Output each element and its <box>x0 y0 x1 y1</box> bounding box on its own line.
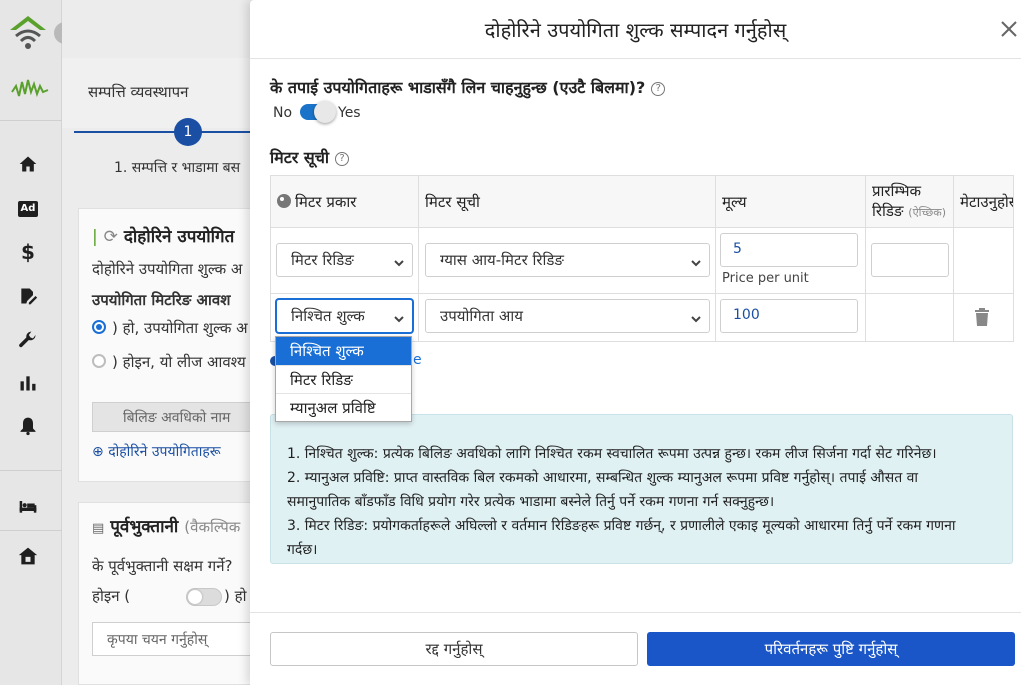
refresh-icon: ⟳ <box>103 227 118 247</box>
palette-icon <box>277 193 291 208</box>
wrench-icon[interactable] <box>16 328 40 352</box>
recurring-utility-card <box>78 208 262 482</box>
table-cell: 100 <box>715 293 866 342</box>
info-line: 2. म्यानुअल प्रविष्टि: प्राप्त वास्तविक … <box>287 470 919 486</box>
meter-list-heading: मिटर सूची? <box>270 146 350 168</box>
home-icon[interactable] <box>16 152 40 176</box>
dollar-icon[interactable]: $ <box>16 240 40 264</box>
radio-no-label: ) होइन, यो लीज आवश्य <box>112 353 246 371</box>
header-initial-reading: प्रारम्भिक रिडिङ (ऐच्छिक) <box>865 175 954 228</box>
add-recurring-utility-link[interactable]: ⊕ दोहोरिने उपयोगिताहरू <box>92 442 221 461</box>
table-cell: निश्चित शुल्क <box>270 293 419 342</box>
radio-yes-label: ) हो, उपयोगिता शुल्क अ <box>112 319 248 337</box>
cancel-button[interactable]: रद्द गर्नुहोस् <box>270 632 638 666</box>
header-price: मूल्य <box>715 175 866 228</box>
footer-divider <box>250 612 1021 613</box>
table-row: निश्चित शुल्क उपयोगिता आय 100 <box>270 293 1014 342</box>
logo-icon[interactable] <box>8 14 48 54</box>
combine-with-rent-question: के तपाई उपयोगिताहरू भाडासँगै लिन चाहनुहु… <box>270 76 666 98</box>
prepayment-question: के पूर्वभुक्तानी सक्षम गर्ने? <box>92 557 233 575</box>
meter-list-select[interactable]: ग्यास आय-मिटर रिडिङ <box>425 243 710 277</box>
title-divider <box>250 58 1021 59</box>
prepayment-toggle-no-label: होइन ( <box>92 587 131 605</box>
sidebar: › Ad $ <box>0 0 76 685</box>
prepayment-toggle[interactable] <box>186 588 222 606</box>
toggle-no-label: No <box>273 105 293 121</box>
billing-period-button[interactable]: बिलिङ अवधिको नाम <box>92 402 262 432</box>
sidebar-divider <box>0 530 62 531</box>
chevron-down-icon <box>394 254 404 267</box>
plus-circle-icon: ⊕ <box>92 444 104 460</box>
sidebar-divider <box>0 470 62 471</box>
table-cell: उपयोगिता आय <box>418 293 716 342</box>
step-indicator[interactable]: 1 <box>174 118 202 146</box>
prepayment-select[interactable]: कृपया चयन गर्नुहोस् <box>92 622 262 656</box>
meter-type-select[interactable]: मिटर रिडिङ <box>276 243 413 277</box>
table-cell: ग्यास आय-मिटर रिडिङ <box>418 227 716 294</box>
stepper-line <box>74 131 262 133</box>
meter-table: मिटर प्रकार मिटर सूची मूल्य प्रारम्भिक र… <box>270 175 1014 342</box>
dropdown-option-manual-entry[interactable]: म्यानुअल प्रविष्टि <box>276 393 411 421</box>
bell-icon[interactable] <box>16 414 40 438</box>
header-meter-type: मिटर प्रकार <box>270 175 419 228</box>
recurring-utility-card-title: | ⟳ दोहोरिने उपयोगित <box>92 227 235 247</box>
toggle-yes-label: Yes <box>338 105 361 121</box>
prepayment-toggle-yes-label: ) हो <box>224 587 247 605</box>
brand-mark-icon <box>11 79 49 98</box>
document-icon: ▤ <box>92 521 105 536</box>
edit-recurring-utility-modal: दोहोरिने उपयोगिता शुल्क सम्पादन गर्नुहोस… <box>250 0 1021 685</box>
card-subheading: उपयोगिता मिटरिङ आवश <box>92 291 231 309</box>
ad-icon[interactable]: Ad <box>16 197 40 221</box>
card-description: दोहोरिने उपयोगिता शुल्क अ <box>92 260 243 278</box>
table-row: मिटर रिडिङ ग्यास आय-मिटर रिडिङ 5 Price p… <box>270 227 1014 294</box>
initial-reading-input[interactable] <box>871 243 949 277</box>
modal-title: दोहोरिने उपयोगिता शुल्क सम्पादन गर्नुहोस… <box>484 18 787 42</box>
table-cell <box>865 227 954 294</box>
radio-yes[interactable] <box>92 320 106 334</box>
header-delete: मेटाउनुहोस् <box>953 175 1014 228</box>
info-line: 1. निश्चित शुल्क: प्रत्येक बिलिङ अवधिको … <box>287 446 937 462</box>
house-icon[interactable] <box>16 544 40 568</box>
table-cell: 5 Price per unit <box>715 227 866 294</box>
meter-type-select[interactable]: निश्चित शुल्क <box>276 299 413 333</box>
confirm-changes-button[interactable]: परिवर्तनहरू पुष्टि गर्नुहोस् <box>647 632 1015 666</box>
prepayment-card-title: ▤ पूर्वभुक्तानी (वैकल्पिक <box>92 517 241 537</box>
edit-document-icon[interactable] <box>16 284 40 308</box>
trash-icon[interactable] <box>974 308 992 328</box>
info-line: 3. मिटर रिडिङ: प्रयोगकर्ताहरूले अघिल्लो … <box>287 518 956 534</box>
meter-list-select[interactable]: उपयोगिता आय <box>425 299 710 333</box>
toggle-knob[interactable] <box>314 101 336 123</box>
chevron-down-icon <box>394 310 404 323</box>
price-input[interactable]: 5 <box>720 233 858 267</box>
add-meter-link-fragment[interactable]: e <box>413 352 422 368</box>
page-title: सम्पत्ति व्यवस्थापन <box>88 83 189 101</box>
meter-help-icon[interactable]: ? <box>335 152 350 166</box>
price-input[interactable]: 100 <box>720 299 858 333</box>
radio-no[interactable] <box>92 354 106 368</box>
meter-type-dropdown: निश्चित शुल्क मिटर रिडिङ म्यानुअल प्रविष… <box>275 336 412 422</box>
bed-icon[interactable] <box>16 494 40 518</box>
table-cell <box>865 293 954 342</box>
bar-chart-icon[interactable] <box>16 371 40 395</box>
table-cell <box>953 293 1014 342</box>
help-icon[interactable]: ? <box>651 82 666 96</box>
info-line: गर्दछ। <box>287 542 318 558</box>
close-icon[interactable] <box>1000 20 1018 38</box>
chevron-down-icon <box>691 254 701 267</box>
info-box: 1. निश्चित शुल्क: प्रत्येक बिलिङ अवधिको … <box>270 414 1013 564</box>
table-header-row: मिटर प्रकार मिटर सूची मूल्य प्रारम्भिक र… <box>270 175 1014 228</box>
price-hint: Price per unit <box>722 271 809 286</box>
dropdown-option-meter-reading[interactable]: मिटर रिडिङ <box>276 365 411 393</box>
sidebar-divider <box>0 120 62 121</box>
background-page: सम्पत्ति व्यवस्थापन 1 1. सम्पत्ति र भाडा… <box>62 0 262 685</box>
table-cell: मिटर रिडिङ <box>270 227 419 294</box>
step-label: 1. सम्पत्ति र भाडामा बस <box>114 160 241 176</box>
accent-bar: | <box>92 227 98 247</box>
info-line: समानुपातिक बाँडफाँड विधि प्रयोग गरेर प्र… <box>287 494 775 510</box>
table-cell <box>953 227 1014 294</box>
header-meter-list: मिटर सूची <box>418 175 716 228</box>
dropdown-option-fixed-charge[interactable]: निश्चित शुल्क <box>276 337 411 365</box>
combine-toggle[interactable] <box>300 101 336 123</box>
chevron-down-icon <box>691 310 701 323</box>
